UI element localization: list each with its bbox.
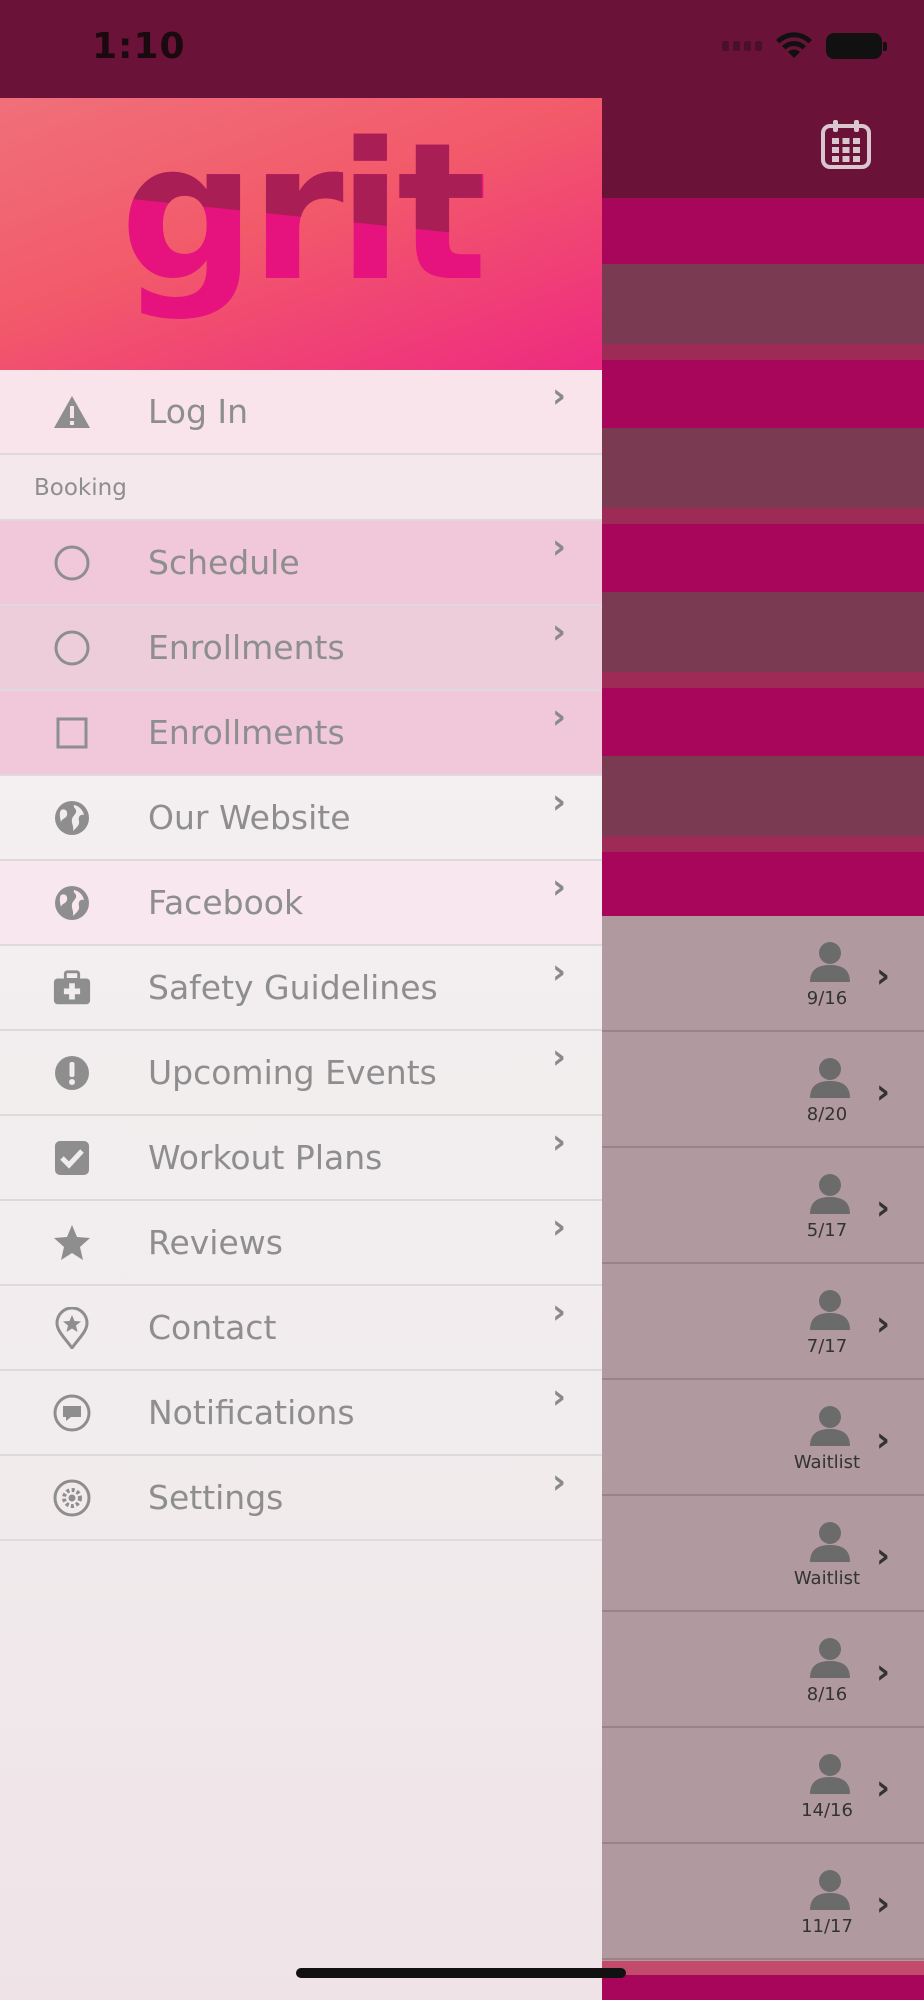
enrollment-count: Waitlist [793, 1452, 861, 1473]
menu-label: Safety Guidelines [148, 968, 438, 1007]
circle-icon [52, 543, 92, 583]
menu-label: Schedule [148, 543, 300, 582]
menu-label: Upcoming Events [148, 1053, 437, 1092]
chevron-right-icon: › [551, 1037, 566, 1077]
menu-label: Enrollments [148, 628, 345, 667]
calendar-icon [821, 120, 871, 169]
chevron-right-icon: › [875, 1304, 890, 1344]
enrollment-count: 8/20 [806, 1104, 848, 1125]
person-icon [804, 1520, 856, 1562]
chevron-right-icon: › [551, 1377, 566, 1417]
menu-item-contact[interactable]: Contact › [0, 1286, 602, 1371]
person-icon [804, 1288, 856, 1330]
person-icon [804, 1752, 856, 1794]
menu-label: Workout Plans [148, 1138, 383, 1177]
menu-item-notifications[interactable]: Notifications › [0, 1371, 602, 1456]
enrollment-count: 7/17 [806, 1336, 848, 1357]
section-header-booking: Booking [0, 455, 602, 521]
chat-bubble-icon [52, 1393, 92, 1433]
enrollment-count: 8/16 [806, 1684, 848, 1705]
enrollment-count: 11/17 [801, 1916, 853, 1937]
chevron-right-icon: › [875, 1072, 890, 1112]
chevron-right-icon: › [875, 956, 890, 996]
chevron-right-icon: › [875, 1536, 890, 1576]
person-icon [804, 940, 856, 982]
menu-label: Contact [148, 1308, 277, 1347]
wifi-icon [776, 32, 812, 58]
menu-item-schedule[interactable]: Schedule › [0, 521, 602, 606]
chevron-right-icon: › [875, 1652, 890, 1692]
menu-label: Reviews [148, 1223, 283, 1262]
status-icons [722, 32, 887, 60]
person-icon [804, 1868, 856, 1910]
menu-label: Our Website [148, 798, 351, 837]
menu-item-settings[interactable]: Settings › [0, 1456, 602, 1541]
chevron-right-icon: › [551, 782, 566, 822]
square-icon [52, 713, 92, 753]
chevron-right-icon: › [875, 1768, 890, 1808]
menu-item-safety-guidelines[interactable]: Safety Guidelines › [0, 946, 602, 1031]
chevron-right-icon: › [551, 1122, 566, 1162]
menu-label: Facebook [148, 883, 304, 922]
enrollment-count: 14/16 [801, 1800, 853, 1821]
chevron-right-icon: › [551, 1292, 566, 1332]
menu-item-facebook[interactable]: Facebook › [0, 861, 602, 946]
globe-icon [52, 883, 92, 923]
globe-icon [52, 798, 92, 838]
menu-label: Log In [148, 392, 249, 431]
chevron-right-icon: › [551, 952, 566, 992]
menu-item-enrollments-alt[interactable]: Enrollments › [0, 691, 602, 776]
chevron-right-icon: › [551, 1207, 566, 1247]
battery-icon [826, 33, 887, 59]
enrollment-count: 5/17 [806, 1220, 848, 1241]
menu-item-log-in[interactable]: Log In › [0, 370, 602, 455]
checkbox-icon [52, 1138, 92, 1178]
chevron-right-icon: › [551, 612, 566, 652]
person-icon [804, 1636, 856, 1678]
chevron-right-icon: › [875, 1188, 890, 1228]
chevron-right-icon: › [875, 1420, 890, 1460]
drawer-header: grit grit [0, 98, 602, 370]
menu-item-upcoming-events[interactable]: Upcoming Events › [0, 1031, 602, 1116]
enrollment-count: Waitlist [793, 1568, 861, 1589]
chevron-right-icon: › [551, 867, 566, 907]
calendar-button[interactable] [820, 118, 872, 170]
menu-label: Enrollments [148, 713, 345, 752]
menu-item-workout-plans[interactable]: Workout Plans › [0, 1116, 602, 1201]
chevron-right-icon: › [551, 376, 566, 416]
menu-label: Notifications [148, 1393, 355, 1432]
section-title: Booking [34, 475, 127, 501]
person-icon [804, 1404, 856, 1446]
gear-icon [52, 1478, 92, 1518]
exclamation-icon [52, 1053, 92, 1093]
menu-item-enrollments[interactable]: Enrollments › [0, 606, 602, 691]
drawer-menu: Log In › Booking Schedule › Enrollments … [0, 370, 602, 1541]
location-star-icon [52, 1307, 92, 1349]
person-icon [804, 1172, 856, 1214]
home-indicator[interactable] [296, 1968, 626, 1978]
cellular-icon [722, 41, 762, 51]
menu-item-our-website[interactable]: Our Website › [0, 776, 602, 861]
chevron-right-icon: › [551, 527, 566, 567]
warning-icon [52, 392, 92, 432]
star-icon [52, 1223, 92, 1263]
enrollment-count: 9/16 [806, 988, 848, 1009]
chevron-right-icon: › [551, 697, 566, 737]
first-aid-kit-icon [52, 968, 92, 1008]
chevron-right-icon: › [551, 1462, 566, 1502]
circle-icon [52, 628, 92, 668]
status-bar: 1:10 [0, 0, 924, 98]
person-icon [804, 1056, 856, 1098]
menu-item-reviews[interactable]: Reviews › [0, 1201, 602, 1286]
navigation-drawer: grit grit Log In › Booking Schedule › En… [0, 98, 602, 2000]
status-time: 1:10 [92, 26, 186, 67]
chevron-right-icon: › [875, 1884, 890, 1924]
menu-label: Settings [148, 1478, 284, 1517]
